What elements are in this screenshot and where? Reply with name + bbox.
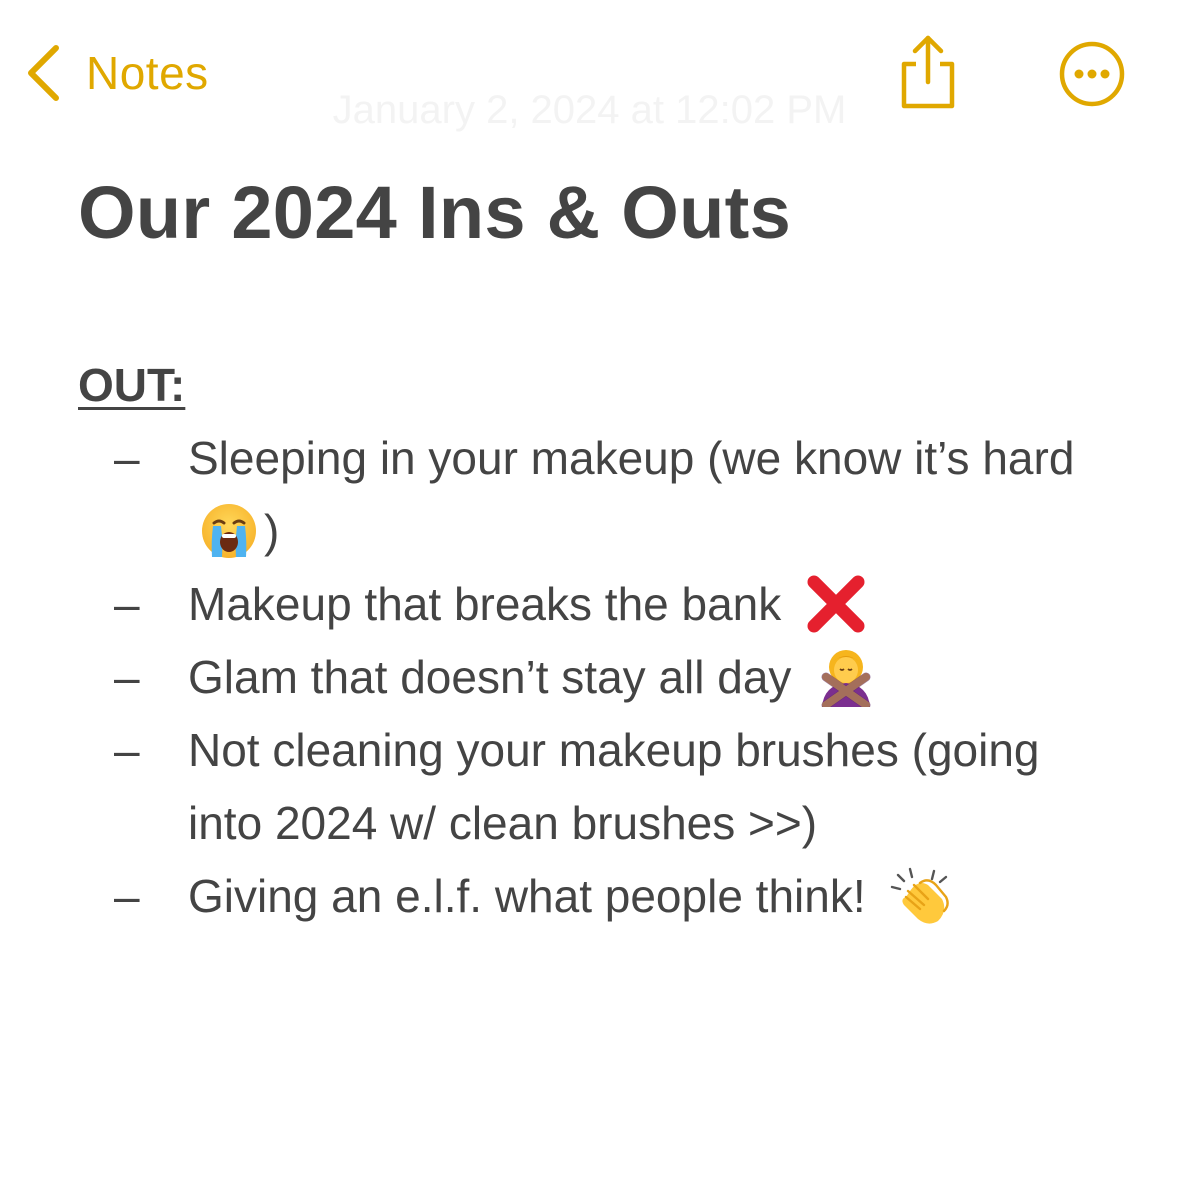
- list-item-suffix: ): [264, 505, 280, 557]
- list-dash: –: [114, 432, 140, 484]
- person-gesturing-no-icon: [816, 647, 876, 707]
- list-dash: –: [114, 870, 140, 922]
- list-item-text: Glam that doesn’t stay all day: [188, 651, 792, 703]
- list-dash: –: [114, 578, 140, 630]
- list-item-text: Not cleaning your makeup brushes (going …: [188, 724, 1040, 849]
- list-item-text: Sleeping in your makeup (we know it’s ha…: [188, 432, 1075, 484]
- section-heading: OUT:: [78, 359, 186, 411]
- note-title: Our 2024 Ins & Outs: [78, 171, 792, 254]
- list-item: – Sleeping in your makeup (we know it’s …: [0, 422, 1179, 568]
- list-dash: –: [114, 724, 140, 776]
- cross-mark-icon: [806, 574, 866, 634]
- out-list: – Sleeping in your makeup (we know it’s …: [0, 422, 1179, 933]
- list-item-text: Makeup that breaks the bank: [188, 578, 782, 630]
- clapping-hands-icon: [890, 865, 952, 927]
- list-dash: –: [114, 651, 140, 703]
- list-item: – Giving an e.l.f. what people think!: [0, 860, 1179, 933]
- list-item-text: Giving an e.l.f. what people think!: [188, 870, 866, 922]
- loudly-crying-face-icon: [200, 502, 258, 560]
- list-item: – Makeup that breaks the bank: [0, 568, 1179, 641]
- note-date: January 2, 2024 at 12:02 PM: [332, 88, 847, 132]
- list-item: – Glam that doesn’t stay all day: [0, 641, 1179, 714]
- list-item: – Not cleaning your makeup brushes (goin…: [0, 714, 1179, 860]
